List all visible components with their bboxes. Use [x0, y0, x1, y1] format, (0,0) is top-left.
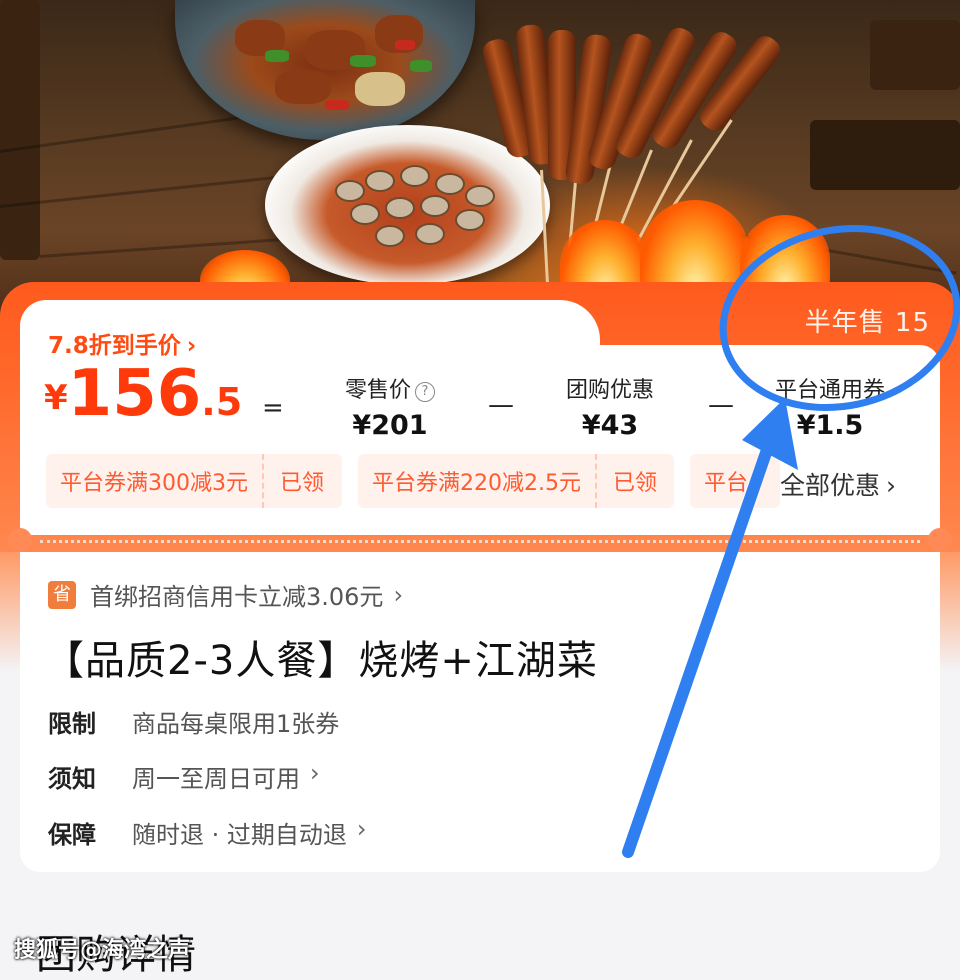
currency-symbol: ¥: [44, 378, 68, 418]
minus-sign: —: [488, 390, 514, 420]
bank-offer-link[interactable]: 省 首绑招商信用卡立减3.06元 ›: [48, 577, 403, 612]
info-key: 保障: [48, 821, 96, 849]
coupon-text: 平台券满300减3元: [60, 471, 248, 496]
info-value: 商品每桌限用1张券: [132, 710, 340, 738]
coupon-3[interactable]: 平台: [690, 454, 780, 508]
equals-sign: =: [262, 393, 284, 423]
info-value: 随时退 · 过期自动退: [132, 821, 347, 849]
all-offers-link[interactable]: 全部优惠 ›: [780, 466, 896, 502]
perforated-divider: [40, 540, 920, 543]
coupon-text: 平台券满220减2.5元: [372, 471, 581, 496]
discount-label: 7.8折到手价: [48, 333, 181, 359]
info-row-limit: 限制 商品每桌限用1张券: [48, 704, 339, 739]
all-offers-label: 全部优惠: [780, 471, 881, 500]
final-price-decimal: .5: [201, 380, 243, 424]
wood-table: [810, 120, 960, 190]
bank-offer-text: 首绑招商信用卡立减3.06元: [90, 583, 384, 611]
discount-price-link[interactable]: 7.8折到手价 ›: [48, 326, 196, 360]
group-discount-value: ¥43: [581, 410, 639, 441]
platform-coupon-value: ¥1.5: [796, 410, 864, 441]
minus-sign: —: [708, 390, 734, 420]
chevron-right-icon: ›: [393, 580, 404, 609]
retail-price-label[interactable]: 零售价?: [320, 372, 460, 404]
coupon-status: 已领: [280, 471, 325, 496]
chevron-right-icon: ›: [356, 815, 367, 843]
product-title: 【品质2-3人餐】烧烤+江湖菜: [44, 638, 598, 684]
ticket-notch: [928, 528, 952, 552]
platform-coupon-label: 平台通用券: [774, 378, 885, 403]
group-discount-label: 团购优惠: [565, 378, 654, 403]
wood-pillar: [0, 0, 40, 260]
chevron-right-icon: ›: [186, 333, 197, 359]
info-row-guarantee[interactable]: 保障 随时退 · 过期自动退 ›: [48, 815, 367, 850]
half-year-sales: 半年售 15: [804, 308, 930, 338]
retail-label-text: 零售价: [344, 378, 411, 403]
info-key: 须知: [48, 765, 96, 793]
chevron-right-icon: ›: [886, 471, 897, 500]
floor-line: [0, 175, 279, 208]
coupon-status: 已领: [612, 471, 657, 496]
wood-chair: [870, 20, 960, 90]
coupon-1[interactable]: 平台券满300减3元 已领: [46, 454, 342, 508]
retail-price-value: ¥201: [352, 410, 428, 441]
info-row-notice[interactable]: 须知 周一至周日可用 ›: [48, 759, 320, 794]
chevron-right-icon: ›: [310, 759, 320, 787]
coupon-text: 平台: [704, 471, 749, 496]
info-key: 限制: [48, 710, 96, 738]
question-icon[interactable]: ?: [415, 382, 435, 402]
coupon-2[interactable]: 平台券满220减2.5元 已领: [358, 454, 674, 508]
final-price-integer: 156: [67, 357, 202, 431]
ticket-notch: [8, 528, 32, 552]
watermark: 搜狐号@海湾之声: [14, 938, 191, 963]
hero-food-photo: [0, 0, 960, 330]
info-value: 周一至周日可用: [132, 765, 300, 793]
final-price: ¥156.5: [44, 362, 242, 426]
savings-icon: 省: [48, 580, 76, 609]
